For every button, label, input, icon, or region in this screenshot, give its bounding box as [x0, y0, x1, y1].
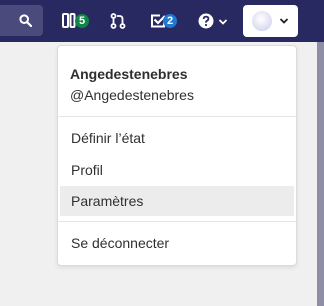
menu-item-settings[interactable]: Paramètres	[60, 186, 294, 216]
menu-item-profile[interactable]: Profil	[60, 155, 294, 185]
search-icon	[19, 14, 32, 27]
user-display-name: Angedestenebres	[70, 66, 188, 82]
chevron-down-icon	[279, 18, 289, 24]
issues-count-badge: 5	[75, 14, 89, 28]
menu-divider	[58, 221, 296, 222]
issues-icon	[62, 13, 76, 28]
todos-button[interactable]: 2	[148, 8, 180, 34]
question-circle-icon	[198, 13, 214, 29]
help-dropdown-button[interactable]	[196, 8, 230, 34]
merge-requests-button[interactable]	[108, 8, 128, 34]
menu-item-set-status[interactable]: Définir l’état	[60, 123, 294, 153]
user-handle: @Angedestenebres	[70, 87, 194, 103]
top-navbar: 5 2	[0, 0, 324, 42]
issues-button[interactable]: 5	[58, 8, 92, 34]
menu-item-sign-out[interactable]: Se déconnecter	[60, 228, 294, 258]
menu-divider	[58, 116, 296, 117]
merge-request-icon	[110, 13, 126, 29]
unicorn-avatar-icon	[252, 11, 272, 31]
user-menu-button[interactable]	[243, 5, 298, 37]
scrollbar[interactable]	[317, 42, 324, 306]
search-button[interactable]	[0, 5, 43, 36]
chevron-down-icon	[218, 19, 228, 25]
todos-count-badge: 2	[163, 14, 177, 28]
user-dropdown-menu: Angedestenebres @Angedestenebres Définir…	[57, 45, 297, 266]
